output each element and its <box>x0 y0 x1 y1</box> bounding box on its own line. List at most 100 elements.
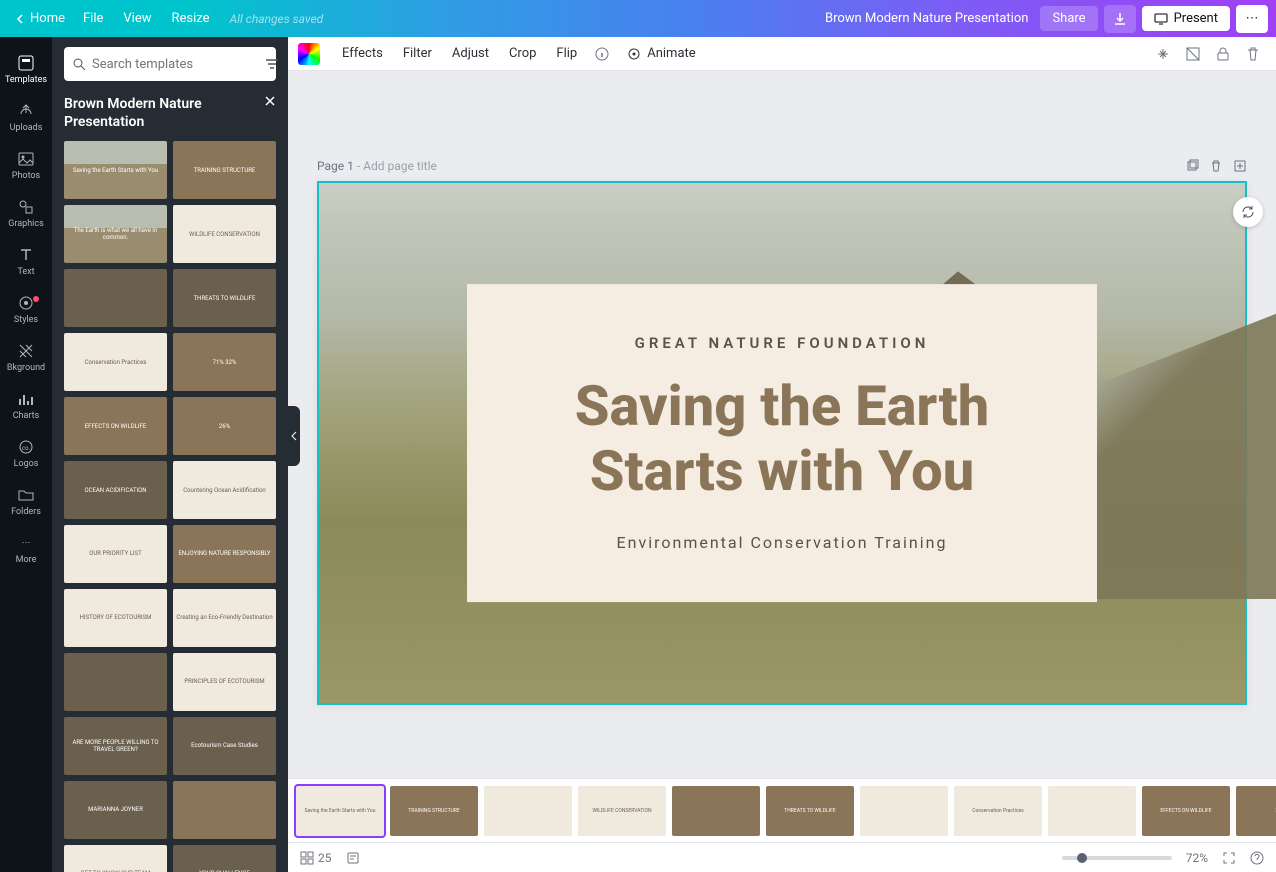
rail-label: Uploads <box>10 123 43 133</box>
animate-button[interactable]: Animate <box>619 42 703 65</box>
templates-panel: Brown Modern Nature Presentation Saving … <box>52 37 288 872</box>
template-thumb[interactable] <box>64 653 167 711</box>
zoom-level[interactable]: 72% <box>1186 851 1208 865</box>
template-thumb[interactable]: 71% 32% <box>173 333 276 391</box>
template-thumb[interactable]: Countering Ocean Acidification <box>173 461 276 519</box>
page-strip[interactable]: Saving the Earth Starts with YouTRAINING… <box>288 778 1276 842</box>
template-thumb[interactable]: THREATS TO WILDLIFE <box>173 269 276 327</box>
template-thumb[interactable]: Creating an Eco-Friendly Destination <box>173 589 276 647</box>
search-input[interactable] <box>92 57 258 72</box>
rail-graphics[interactable]: Graphics <box>0 189 52 237</box>
close-icon[interactable] <box>264 95 276 107</box>
text-icon <box>17 246 35 264</box>
page-thumb[interactable] <box>1048 786 1136 836</box>
slide-title-card[interactable]: GREAT NATURE FOUNDATION Saving the Earth… <box>467 284 1097 602</box>
page-thumb[interactable] <box>672 786 760 836</box>
template-thumb[interactable]: PRINCIPLES OF ECOTOURISM <box>173 653 276 711</box>
home-button[interactable]: Home <box>8 7 73 30</box>
search-templates[interactable] <box>64 47 276 81</box>
rail-background[interactable]: Bkground <box>0 333 52 381</box>
styles-icon <box>17 294 35 312</box>
grid-view-button[interactable]: 25 <box>300 851 332 865</box>
page-thumb[interactable] <box>860 786 948 836</box>
delete-page-button[interactable] <box>1209 159 1223 173</box>
chevron-left-icon <box>16 14 26 24</box>
slide-title[interactable]: Saving the EarthStarts with You <box>507 374 1057 505</box>
rail-more[interactable]: ⋯ More <box>0 525 52 573</box>
delete-button[interactable] <box>1240 41 1266 67</box>
page-thumb[interactable]: Conservation Practices <box>954 786 1042 836</box>
more-menu-button[interactable]: ⋯ <box>1236 5 1268 33</box>
template-thumb[interactable]: HISTORY OF ECOTOURISM <box>64 589 167 647</box>
page-thumb[interactable]: TRAINING STRUCTURE <box>390 786 478 836</box>
lock-button[interactable] <box>1210 41 1236 67</box>
page-label[interactable]: Page 1 - Add page title <box>317 159 437 173</box>
download-button[interactable] <box>1104 5 1136 33</box>
template-thumb[interactable]: MARIANNA JOYNER <box>64 781 167 839</box>
duplicate-page-button[interactable] <box>1185 159 1199 173</box>
adjust-button[interactable]: Adjust <box>444 42 497 65</box>
slide-canvas[interactable]: GREAT NATURE FOUNDATION Saving the Earth… <box>317 181 1247 705</box>
page-thumb[interactable]: 26% <box>1236 786 1276 836</box>
template-thumb[interactable] <box>64 269 167 327</box>
template-thumb[interactable]: ENJOYING NATURE RESPONSIBLY <box>173 525 276 583</box>
rail-text[interactable]: Text <box>0 237 52 285</box>
filter-icon[interactable] <box>264 57 280 71</box>
grid-icon <box>300 851 314 865</box>
notes-button[interactable] <box>346 851 360 865</box>
rail-styles[interactable]: Styles <box>0 285 52 333</box>
template-thumb[interactable]: Conservation Practices <box>64 333 167 391</box>
rail-photos[interactable]: Photos <box>0 141 52 189</box>
template-thumb[interactable] <box>173 781 276 839</box>
page-thumb[interactable]: EFFECTS ON WILDLIFE <box>1142 786 1230 836</box>
document-title[interactable]: Brown Modern Nature Presentation <box>825 11 1028 26</box>
help-button[interactable] <box>1250 851 1264 865</box>
slide-subtitle[interactable]: Environmental Conservation Training <box>507 533 1057 552</box>
template-thumb[interactable]: YOUR CHALLENGE <box>173 845 276 872</box>
add-page-button[interactable] <box>1233 159 1247 173</box>
info-button[interactable] <box>589 41 615 67</box>
rail-charts[interactable]: Charts <box>0 381 52 429</box>
template-thumb[interactable]: OCEAN ACIDIFICATION <box>64 461 167 519</box>
canvas-scroll[interactable]: Page 1 - Add page title GREAT NATURE FOU… <box>288 71 1276 778</box>
page-thumb[interactable]: THREATS TO WILDLIFE <box>766 786 854 836</box>
template-thumb[interactable]: WILDLIFE CONSERVATION <box>173 205 276 263</box>
rail-templates[interactable]: Templates <box>0 45 52 93</box>
file-menu[interactable]: File <box>73 7 113 30</box>
slide-eyebrow[interactable]: GREAT NATURE FOUNDATION <box>507 334 1057 352</box>
rail-logos[interactable]: co. Logos <box>0 429 52 477</box>
rail-uploads[interactable]: Uploads <box>0 93 52 141</box>
present-label: Present <box>1174 11 1218 26</box>
template-thumb[interactable]: OUR PRIORITY LIST <box>64 525 167 583</box>
color-picker[interactable] <box>298 43 320 65</box>
template-thumb[interactable]: Saving the Earth Starts with You <box>64 141 167 199</box>
template-thumb[interactable]: ARE MORE PEOPLE WILLING TO TRAVEL GREEN? <box>64 717 167 775</box>
template-thumb[interactable]: Ecotourism Case Studies <box>173 717 276 775</box>
effects-button[interactable]: Effects <box>334 42 391 65</box>
page-thumb[interactable]: WILDLIFE CONSERVATION <box>578 786 666 836</box>
rail-label: Bkground <box>7 363 45 373</box>
filter-button[interactable]: Filter <box>395 42 440 65</box>
template-thumb[interactable]: EFFECTS ON WILDLIFE <box>64 397 167 455</box>
page-thumb[interactable] <box>484 786 572 836</box>
view-menu[interactable]: View <box>113 7 161 30</box>
zoom-slider[interactable] <box>1062 856 1172 860</box>
position-button[interactable] <box>1150 41 1176 67</box>
panel-collapse-handle[interactable] <box>288 406 300 466</box>
resize-menu[interactable]: Resize <box>162 7 220 30</box>
rail-folders[interactable]: Folders <box>0 477 52 525</box>
template-thumb[interactable]: 26% <box>173 397 276 455</box>
template-thumb[interactable]: TRAINING STRUCTURE <box>173 141 276 199</box>
flip-button[interactable]: Flip <box>548 42 585 65</box>
transparency-button[interactable] <box>1180 41 1206 67</box>
save-status: All changes saved <box>220 8 334 30</box>
present-button[interactable]: Present <box>1142 6 1230 31</box>
share-button[interactable]: Share <box>1040 6 1097 31</box>
page-thumb[interactable]: Saving the Earth Starts with You <box>296 786 384 836</box>
template-thumb[interactable]: The Earth is what we all have in common. <box>64 205 167 263</box>
rail-label: Logos <box>14 459 39 469</box>
crop-button[interactable]: Crop <box>501 42 544 65</box>
template-thumb[interactable]: GET TO KNOW OUR TEAM <box>64 845 167 872</box>
fullscreen-button[interactable] <box>1222 851 1236 865</box>
regenerate-button[interactable] <box>1233 197 1263 227</box>
